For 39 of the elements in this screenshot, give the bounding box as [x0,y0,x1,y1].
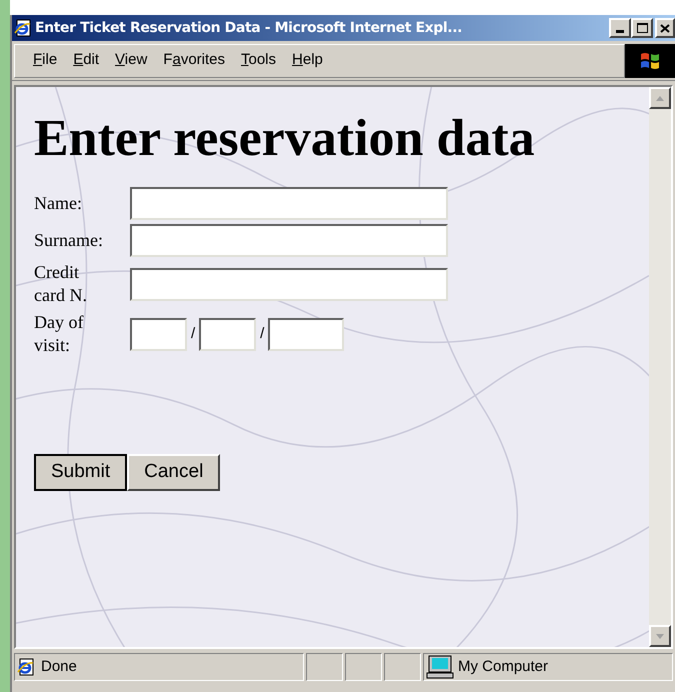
date-separator: / [260,324,264,344]
browser-icon [17,658,35,676]
minimize-icon [616,30,624,33]
field-label: Surname: [34,229,104,252]
cancel-button[interactable]: Cancel [127,454,220,491]
close-button[interactable] [655,18,675,38]
menu-item[interactable]: Tools [233,49,284,72]
input-field[interactable] [199,318,256,350]
window-title: Enter Ticket Reservation Data - Microsoft Internet Expl... [35,18,464,38]
field-label: Name: [34,192,83,215]
computer-icon [426,655,454,679]
zone-text: My Computer [458,656,548,677]
menu-item[interactable]: Favorites [155,49,233,72]
maximize-icon [636,23,648,33]
input-field[interactable] [130,268,448,300]
input-field[interactable] [130,318,187,350]
status-pane [384,653,421,681]
menu-item[interactable]: Edit [65,49,108,72]
menu-item[interactable]: File [25,49,66,72]
input-field[interactable] [130,187,448,220]
menu-item[interactable]: View [107,49,156,72]
field-label: Credit card N. [34,261,88,307]
date-separator: / [191,324,196,344]
menu-item[interactable]: Help [284,49,331,72]
maximize-button[interactable] [631,18,653,38]
status-pane [345,653,382,681]
status-pane [306,653,343,681]
close-icon [660,24,670,32]
submit-button[interactable]: Submit [34,454,128,491]
page-heading: Enter reservation data [34,111,536,167]
scroll-down-icon [656,634,664,638]
scroll-up-icon [656,96,664,100]
scrollbar[interactable] [649,87,671,647]
input-field[interactable] [130,224,448,257]
minimize-button[interactable] [609,18,631,38]
status-text: Done [41,656,77,677]
browser-icon [14,19,32,37]
input-field[interactable] [268,318,344,350]
field-label: Day of visit: [34,311,84,357]
